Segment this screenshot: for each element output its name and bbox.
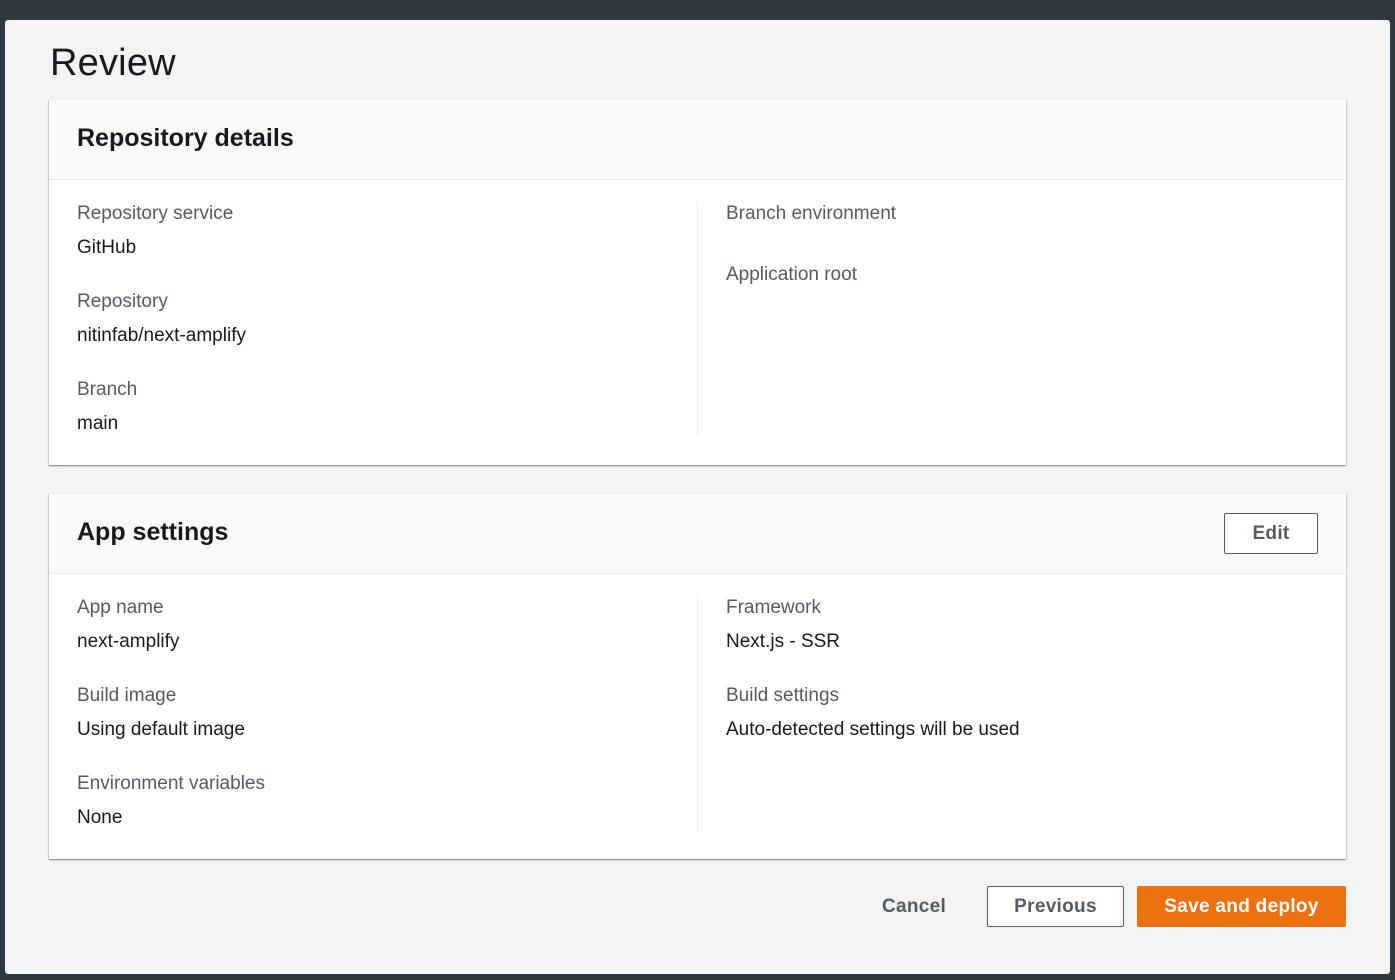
build-settings-field: Build settings Auto-detected settings wi…	[726, 685, 1020, 741]
application-root-field: Application root	[726, 264, 857, 286]
repository-field: Repository nitinfab/next-amplify	[77, 291, 246, 347]
app-settings-title: App settings	[77, 518, 229, 546]
repository-details-body: Repository service GitHub Repository nit…	[49, 180, 1346, 465]
column-divider	[697, 201, 698, 436]
build-image-label: Build image	[77, 685, 177, 706]
branch-label: Branch	[77, 379, 138, 400]
environment-variables-label: Environment variables	[77, 773, 265, 794]
app-settings-body: App name next-amplify Build image Using …	[49, 574, 1346, 859]
app-name-value: next-amplify	[77, 631, 180, 652]
repository-service-field: Repository service GitHub	[77, 203, 233, 259]
save-and-deploy-button[interactable]: Save and deploy	[1137, 886, 1346, 927]
environment-variables-field: Environment variables None	[77, 773, 265, 829]
branch-environment-field: Branch environment	[726, 203, 896, 225]
application-root-label: Application root	[726, 264, 857, 285]
edit-button[interactable]: Edit	[1224, 513, 1318, 554]
build-image-field: Build image Using default image	[77, 685, 245, 741]
repository-details-header: Repository details	[49, 100, 1346, 180]
repository-label: Repository	[77, 291, 168, 312]
build-settings-label: Build settings	[726, 685, 840, 706]
repository-service-label: Repository service	[77, 203, 234, 224]
environment-variables-value: None	[77, 807, 123, 828]
cancel-button[interactable]: Cancel	[863, 886, 965, 927]
page-title: Review	[50, 42, 176, 84]
repository-value: nitinfab/next-amplify	[77, 325, 246, 346]
framework-field: Framework Next.js - SSR	[726, 597, 840, 653]
previous-button[interactable]: Previous	[987, 886, 1124, 927]
repository-details-card: Repository details Repository service Gi…	[49, 99, 1346, 465]
repository-details-title: Repository details	[77, 124, 294, 152]
column-divider	[697, 595, 698, 832]
app-settings-header: App settings Edit	[49, 494, 1346, 574]
branch-value: main	[77, 413, 119, 434]
app-name-label: App name	[77, 597, 164, 618]
app-name-field: App name next-amplify	[77, 597, 179, 653]
review-window: Review Repository details Repository ser…	[5, 20, 1390, 974]
branch-environment-label: Branch environment	[726, 203, 897, 224]
build-settings-value: Auto-detected settings will be used	[726, 719, 1020, 740]
framework-value: Next.js - SSR	[726, 631, 841, 652]
build-image-value: Using default image	[77, 719, 245, 740]
branch-field: Branch main	[77, 379, 137, 435]
framework-label: Framework	[726, 597, 822, 618]
repository-service-value: GitHub	[77, 237, 137, 258]
app-settings-card: App settings Edit App name next-amplify …	[49, 493, 1346, 859]
